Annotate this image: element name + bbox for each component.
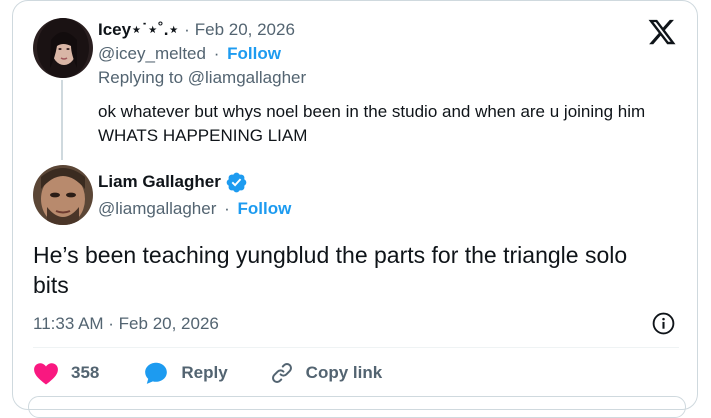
main-tweet-header: Liam Gallagher @liamgallagher · Follow [98,170,291,221]
action-bar: 358 Reply Copy link [33,360,382,386]
handle-separator: · [213,44,220,63]
thread-connector-line [61,80,63,160]
handle-separator: · [224,199,230,218]
reply-header: Icey⋆˙⋆˚.⋆ · Feb 20, 2026 [98,18,678,42]
like-button[interactable]: 358 [33,361,99,385]
copy-link-button[interactable]: Copy link [258,361,383,385]
x-logo-icon[interactable] [647,17,677,47]
reply-button[interactable]: Reply [131,360,228,386]
replying-to: Replying to @liamgallagher [98,68,307,87]
copy-link-label: Copy link [305,363,383,382]
like-count: 358 [71,363,100,382]
tweet-timestamp[interactable]: 11:33 AM · Feb 20, 2026 [33,312,219,336]
reply-bubble-icon [143,360,169,386]
tweet-text: He’s been teaching yungblud the parts fo… [33,242,628,298]
author-handle[interactable]: @liamgallagher [98,199,216,218]
reply-label: Reply [181,363,228,382]
author-handle-row: @liamgallagher · Follow [98,197,291,221]
reply-follow-button[interactable]: Follow [227,44,281,63]
reply-tweet: Icey⋆˙⋆˚.⋆ · Feb 20, 2026 @icey_melted ·… [98,18,678,148]
link-icon [270,361,294,385]
info-icon[interactable] [651,311,676,336]
header-separator: · [184,20,190,39]
read-replies-button[interactable] [28,396,686,418]
author-name-row: Liam Gallagher [98,170,291,194]
reply-handle[interactable]: @icey_melted [98,44,206,63]
reply-avatar[interactable] [33,18,93,78]
reply-text: ok whatever but whys noel been in the st… [98,102,646,145]
author-follow-button[interactable]: Follow [238,199,292,218]
reply-date[interactable]: Feb 20, 2026 [195,18,295,42]
reply-handle-row: @icey_melted · Follow [98,42,678,66]
author-display-name[interactable]: Liam Gallagher [98,170,221,194]
author-avatar[interactable] [33,165,93,225]
heart-icon [33,361,59,385]
reply-display-name[interactable]: Icey⋆˙⋆˚.⋆ [98,18,179,42]
verified-badge-icon [225,171,248,194]
divider [33,347,679,348]
